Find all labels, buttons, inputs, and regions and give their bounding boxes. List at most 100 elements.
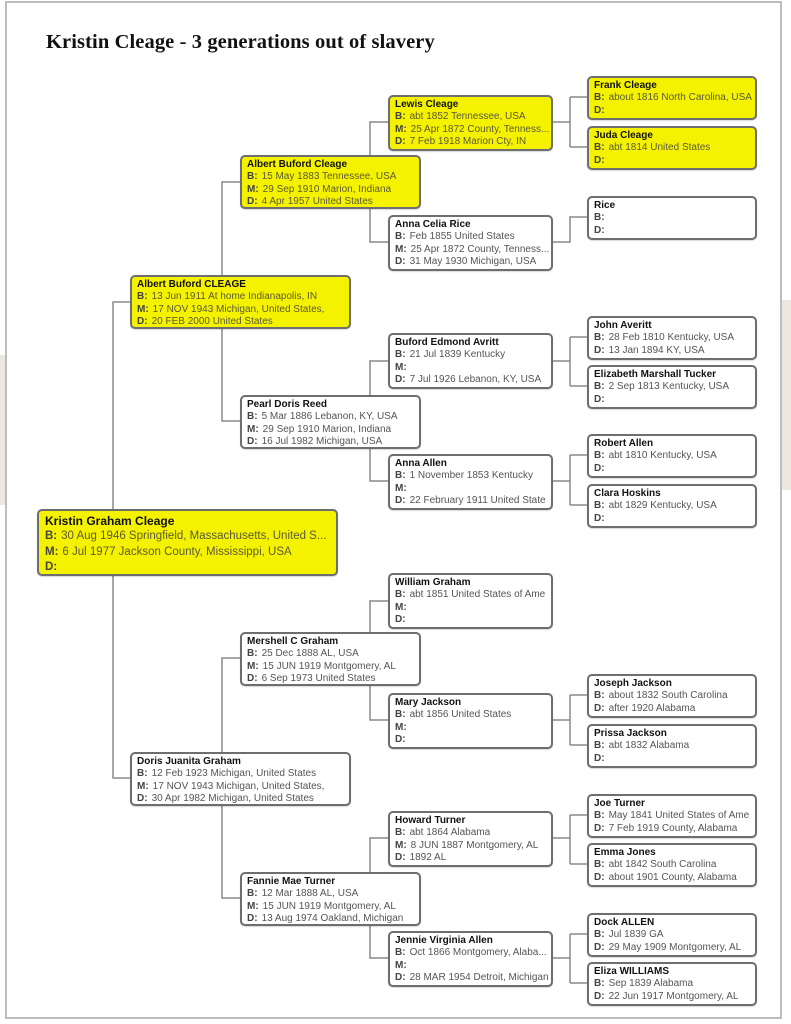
person-card-great-grandparent[interactable]: Howard Turner B: abt 1864 Alabama M: 8 JUN… — [388, 811, 553, 867]
birth-value: 5 Mar 1886 Lebanon, KY, USA — [261, 411, 398, 423]
person-card-gg-grandparent[interactable]: Joe Turner B: May 1841 United States of A… — [587, 794, 757, 838]
person-name: Kristin Graham Cleage — [45, 514, 175, 528]
death-label: D: — [594, 512, 605, 524]
person-card-gg-grandparent[interactable]: Juda Cleage B: abt 1814 United States D: — [587, 126, 757, 170]
birth-value: abt 1851 United States of Ame — [409, 589, 546, 601]
person-card-great-grandparent[interactable]: Anna Allen B: 1 November 1853 Kentucky M:… — [388, 454, 553, 510]
death-label: D: — [594, 154, 605, 166]
death-label: D: — [594, 462, 605, 474]
marriage-label: M: — [247, 423, 259, 435]
person-card-gg-grandparent[interactable]: Joseph Jackson B: about 1832 South Caroli… — [587, 674, 757, 718]
person-card-gg-grandparent[interactable]: Robert Allen B: abt 1810 Kentucky, USA D: — [587, 434, 757, 478]
person-card-gg-grandparent[interactable]: Elizabeth Marshall Tucker B: 2 Sep 1813 K… — [587, 365, 757, 409]
marriage-label: M: — [395, 243, 407, 255]
marriage-label: M: — [137, 780, 149, 792]
marriage-label: M: — [395, 361, 407, 373]
person-name: Rice — [594, 200, 616, 211]
marriage-value: 25 Apr 1872 County, Tenness... — [410, 123, 550, 135]
person-card-gg-grandparent[interactable]: Dock ALLEN B: Jul 1839 GA D: 29 May 1909 M… — [587, 913, 757, 957]
person-card-maternal-grandmother[interactable]: Fannie Mae Turner B: 12 Mar 1888 AL, USA … — [240, 872, 421, 926]
death-value: 4 Apr 1957 United States — [261, 196, 373, 208]
death-value: 7 Feb 1919 County, Alabama — [608, 822, 738, 834]
person-name: Elizabeth Marshall Tucker — [594, 369, 717, 380]
person-card-great-grandparent[interactable]: Buford Edmond Avritt B: 21 Jul 1839 Kentu… — [388, 333, 553, 389]
death-value: 6 Sep 1973 United States — [261, 673, 376, 685]
person-card-gg-grandparent[interactable]: John Averitt B: 28 Feb 1810 Kentucky, USA… — [587, 316, 757, 360]
death-label: D: — [594, 224, 605, 236]
birth-label: B: — [594, 92, 605, 104]
birth-label: B: — [395, 827, 406, 839]
birth-label: B: — [594, 929, 605, 941]
death-label: D: — [247, 913, 258, 925]
death-label: D: — [594, 393, 605, 405]
person-card-great-grandparent[interactable]: Jennie Virginia Allen B: Oct 1866 Montgom… — [388, 931, 553, 987]
person-card-gg-grandparent[interactable]: Prissa Jackson B: abt 1832 Alabama D: — [587, 724, 757, 768]
death-value: 30 Apr 1982 Michigan, United States — [151, 793, 314, 805]
birth-label: B: — [395, 111, 406, 123]
person-card-father[interactable]: Albert Buford CLEAGE B: 13 Jun 1911 At ho… — [130, 275, 351, 329]
death-value: 1892 AL — [409, 852, 447, 864]
death-label: D: — [395, 614, 406, 626]
death-label: D: — [594, 752, 605, 764]
marriage-label: M: — [395, 123, 407, 135]
person-card-mother[interactable]: Doris Juanita Graham B: 12 Feb 1923 Michi… — [130, 752, 351, 806]
birth-label: B: — [594, 690, 605, 702]
person-name: Emma Jones — [594, 847, 656, 858]
death-label: D: — [247, 673, 258, 685]
person-card-gg-grandparent[interactable]: Frank Cleage B: about 1816 North Carolina… — [587, 76, 757, 120]
birth-value: abt 1814 United States — [608, 142, 711, 154]
death-label: D: — [395, 256, 406, 268]
birth-label: B: — [594, 212, 605, 224]
person-name: Dock ALLEN — [594, 917, 655, 928]
birth-label: B: — [594, 978, 605, 990]
birth-value: abt 1842 South Carolina — [608, 859, 717, 871]
person-name: Robert Allen — [594, 438, 654, 449]
death-label: D: — [395, 374, 406, 386]
person-card-great-grandparent[interactable]: William Graham B: abt 1851 United States … — [388, 573, 553, 629]
death-label: D: — [594, 344, 605, 356]
birth-value: 13 Jun 1911 At home Indianapolis, IN — [151, 291, 318, 303]
birth-value: abt 1829 Kentucky, USA — [608, 500, 717, 512]
birth-value: 25 Dec 1888 AL, USA — [261, 648, 359, 660]
birth-value: abt 1852 Tennessee, USA — [409, 111, 526, 123]
death-label: D: — [594, 941, 605, 953]
birth-value: 21 Jul 1839 Kentucky — [409, 349, 506, 361]
person-card-root[interactable]: Kristin Graham Cleage B: 30 Aug 1946 Spri… — [37, 509, 338, 576]
death-label: D: — [247, 436, 258, 448]
marriage-value: 6 Jul 1977 Jackson County, Mississippi, … — [62, 545, 292, 558]
birth-value: about 1832 South Carolina — [608, 690, 728, 702]
person-card-paternal-grandmother[interactable]: Pearl Doris Reed B: 5 Mar 1886 Lebanon, K… — [240, 395, 421, 449]
person-card-gg-grandparent[interactable]: Eliza WILLIAMS B: Sep 1839 Alabama D: 22 J… — [587, 962, 757, 1006]
person-card-gg-grandparent[interactable]: Clara Hoskins B: abt 1829 Kentucky, USA D… — [587, 484, 757, 528]
death-value: 29 May 1909 Montgomery, AL — [608, 941, 742, 953]
birth-value: 2 Sep 1813 Kentucky, USA — [608, 381, 730, 393]
birth-value: 30 Aug 1946 Springfield, Massachusetts, … — [61, 530, 327, 543]
death-value: 22 Jun 1917 Montgomery, AL — [608, 990, 739, 1002]
death-label: D: — [395, 972, 406, 984]
person-card-great-grandparent[interactable]: Lewis Cleage B: abt 1852 Tennessee, USA M… — [388, 95, 553, 151]
person-name: Prissa Jackson — [594, 728, 667, 739]
person-name: Mary Jackson — [395, 697, 462, 708]
person-name: Fannie Mae Turner — [247, 876, 336, 887]
birth-label: B: — [395, 709, 406, 721]
birth-value: May 1841 United States of Ame — [608, 810, 750, 822]
person-card-great-grandparent[interactable]: Mary Jackson B: abt 1856 United States M:… — [388, 693, 553, 749]
person-name: Buford Edmond Avritt — [395, 337, 499, 348]
birth-label: B: — [594, 142, 605, 154]
death-label: D: — [395, 734, 406, 746]
marriage-label: M: — [247, 660, 259, 672]
person-card-paternal-grandfather[interactable]: Albert Buford Cleage B: 15 May 1883 Tenne… — [240, 155, 421, 209]
person-name: Anna Allen — [395, 458, 447, 469]
death-label: D: — [137, 316, 148, 328]
person-name: Doris Juanita Graham — [137, 756, 241, 767]
person-card-gg-grandparent[interactable]: Rice B: D: — [587, 196, 757, 240]
marriage-label: M: — [395, 482, 407, 494]
death-value: 13 Jan 1894 KY, USA — [608, 344, 705, 356]
person-card-maternal-grandfather[interactable]: Mershell C Graham B: 25 Dec 1888 AL, USA … — [240, 632, 421, 686]
death-label: D: — [247, 196, 258, 208]
person-card-gg-grandparent[interactable]: Emma Jones B: abt 1842 South Carolina D: a… — [587, 843, 757, 887]
person-name: John Averitt — [594, 320, 652, 331]
birth-label: B: — [395, 947, 406, 959]
person-card-great-grandparent[interactable]: Anna Celia Rice B: Feb 1855 United States… — [388, 215, 553, 271]
birth-value: abt 1864 Alabama — [409, 827, 491, 839]
